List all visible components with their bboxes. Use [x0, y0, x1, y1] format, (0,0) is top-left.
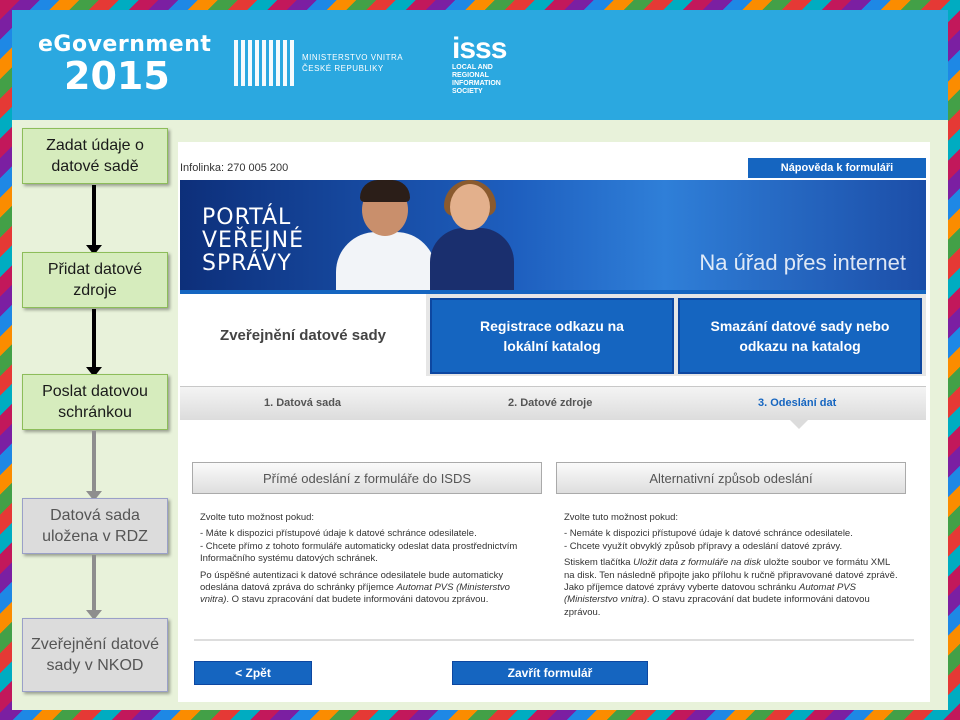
- infolinka: Infolinka: 270 005 200: [180, 162, 289, 174]
- flow-arrow-2: [86, 309, 102, 377]
- slide-header: eGovernment 2015 MINISTERSTVO VNITRA ČES…: [12, 10, 948, 120]
- flow-step-stored-rdz: Datová sada uložena v RDZ: [22, 498, 168, 554]
- flow-step-send-databox: Poslat datovou schránkou: [22, 374, 168, 430]
- tab-delete-dataset[interactable]: Smazání datové sady nebo odkazu na katal…: [678, 298, 922, 374]
- flow-arrow-1: [86, 185, 102, 255]
- portal-banner: PORTÁL VEŘEJNÉ SPRÁVY Na úřad přes inter…: [180, 180, 926, 290]
- slide: eGovernment 2015 MINISTERSTVO VNITRA ČES…: [12, 10, 948, 710]
- flow-arrow-3: [86, 431, 102, 501]
- flow-step-publish-nkod: Zveřejnění datové sady v NKOD: [22, 618, 168, 692]
- back-button[interactable]: < Zpět: [194, 661, 312, 685]
- wizard-steps: 1. Datová sada 2. Datové zdroje 3. Odesl…: [180, 386, 926, 420]
- wizard-step-dataset: 1. Datová sada: [264, 397, 342, 409]
- direct-send-description: Zvolte tuto možnost pokud: - Máte k disp…: [200, 512, 518, 606]
- banner-photo-man: [330, 180, 440, 290]
- egov-logo-year: 2015: [64, 54, 170, 98]
- isss-logo: isss LOCAL AND REGIONAL INFORMATION SOCI…: [452, 34, 522, 96]
- close-form-button[interactable]: Zavřít formulář: [452, 661, 648, 685]
- portal-banner-title: PORTÁL VEŘEJNÉ SPRÁVY: [202, 205, 304, 276]
- form-divider: [194, 639, 914, 641]
- wizard-step-send: 3. Odeslání dat: [758, 397, 837, 409]
- ministry-logo: MINISTERSTVO VNITRA ČESKÉ REPUBLIKY: [234, 40, 403, 86]
- tab-register-catalog-link[interactable]: Registrace odkazu na lokální katalog: [430, 298, 674, 374]
- tab-publish-dataset[interactable]: Zveřejnění datové sady: [180, 294, 426, 376]
- isss-logo-subtitle: LOCAL AND REGIONAL INFORMATION SOCIETY: [452, 64, 501, 95]
- portal-tabs: Zveřejnění datové sady Registrace odkazu…: [180, 290, 926, 376]
- flow-arrow-4: [86, 555, 102, 620]
- form-help-button[interactable]: Nápověda k formuláři: [748, 158, 926, 178]
- alternative-send-button[interactable]: Alternativní způsob odeslání: [556, 462, 906, 494]
- active-step-pointer-icon: [790, 420, 808, 429]
- banner-photo-woman: [426, 180, 516, 290]
- flow-step-enter-dataset: Zadat údaje o datové sadě: [22, 128, 168, 184]
- direct-send-isds-button[interactable]: Přímé odeslání z formuláře do ISDS: [192, 462, 542, 494]
- flow-step-add-sources: Přidat datové zdroje: [22, 252, 168, 308]
- ministry-emblem-icon: [234, 40, 296, 86]
- isss-logo-text: isss: [452, 32, 507, 65]
- alternative-send-description: Zvolte tuto možnost pokud: - Nemáte k di…: [564, 512, 898, 618]
- portal-screenshot: Infolinka: 270 005 200 Nápověda k formul…: [178, 142, 930, 702]
- wizard-step-sources: 2. Datové zdroje: [508, 397, 593, 409]
- ministry-name: MINISTERSTVO VNITRA ČESKÉ REPUBLIKY: [302, 53, 404, 73]
- portal-slogan: Na úřad přes internet: [699, 250, 906, 275]
- egovernment-logo: eGovernment 2015: [38, 32, 211, 95]
